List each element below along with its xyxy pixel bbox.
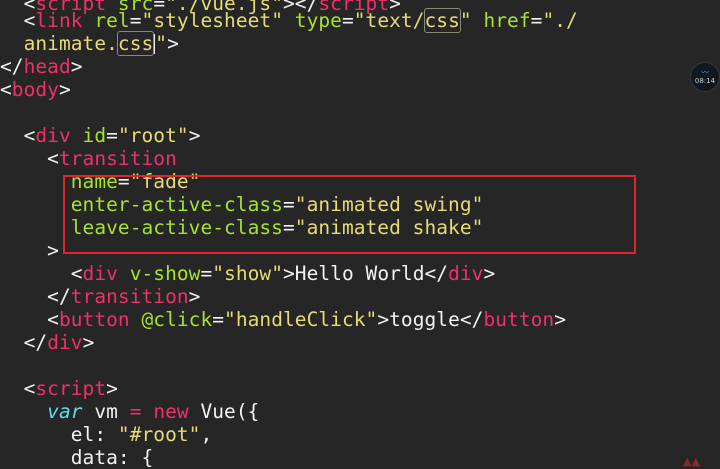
code-line: <div v-show="show">Hello World</div> <box>70 262 496 285</box>
corner-logo: ▲▲ <box>683 455 700 468</box>
code-line: animate.css "> <box>23 31 179 56</box>
code-line: <transition <box>47 147 177 170</box>
wave-icon: 〰 <box>701 68 709 77</box>
code-line: <script> <box>23 377 118 400</box>
recording-timer-badge: 〰 08:14 <box>690 62 720 92</box>
annotation-highlight-box <box>63 175 636 254</box>
code-line: data: { <box>70 446 154 469</box>
code-line: <link rel="stylesheet" type="text/css" h… <box>23 8 578 33</box>
code-line: </head> <box>0 55 83 78</box>
code-line: <button @click="handleClick">toggle</but… <box>47 308 566 331</box>
timer-text: 08:14 <box>694 77 716 85</box>
code-line: <div id="root"> <box>23 124 201 147</box>
code-line: </transition> <box>47 285 201 308</box>
code-editor[interactable]: <script src="./vue.js"></script> <link r… <box>0 0 720 469</box>
code-line: el: "#root", <box>70 423 213 446</box>
code-line: var vm = new Vue({ <box>47 400 260 423</box>
code-line: </div> <box>23 331 95 354</box>
code-line: <body> <box>0 78 71 101</box>
code-line: > <box>47 239 59 262</box>
